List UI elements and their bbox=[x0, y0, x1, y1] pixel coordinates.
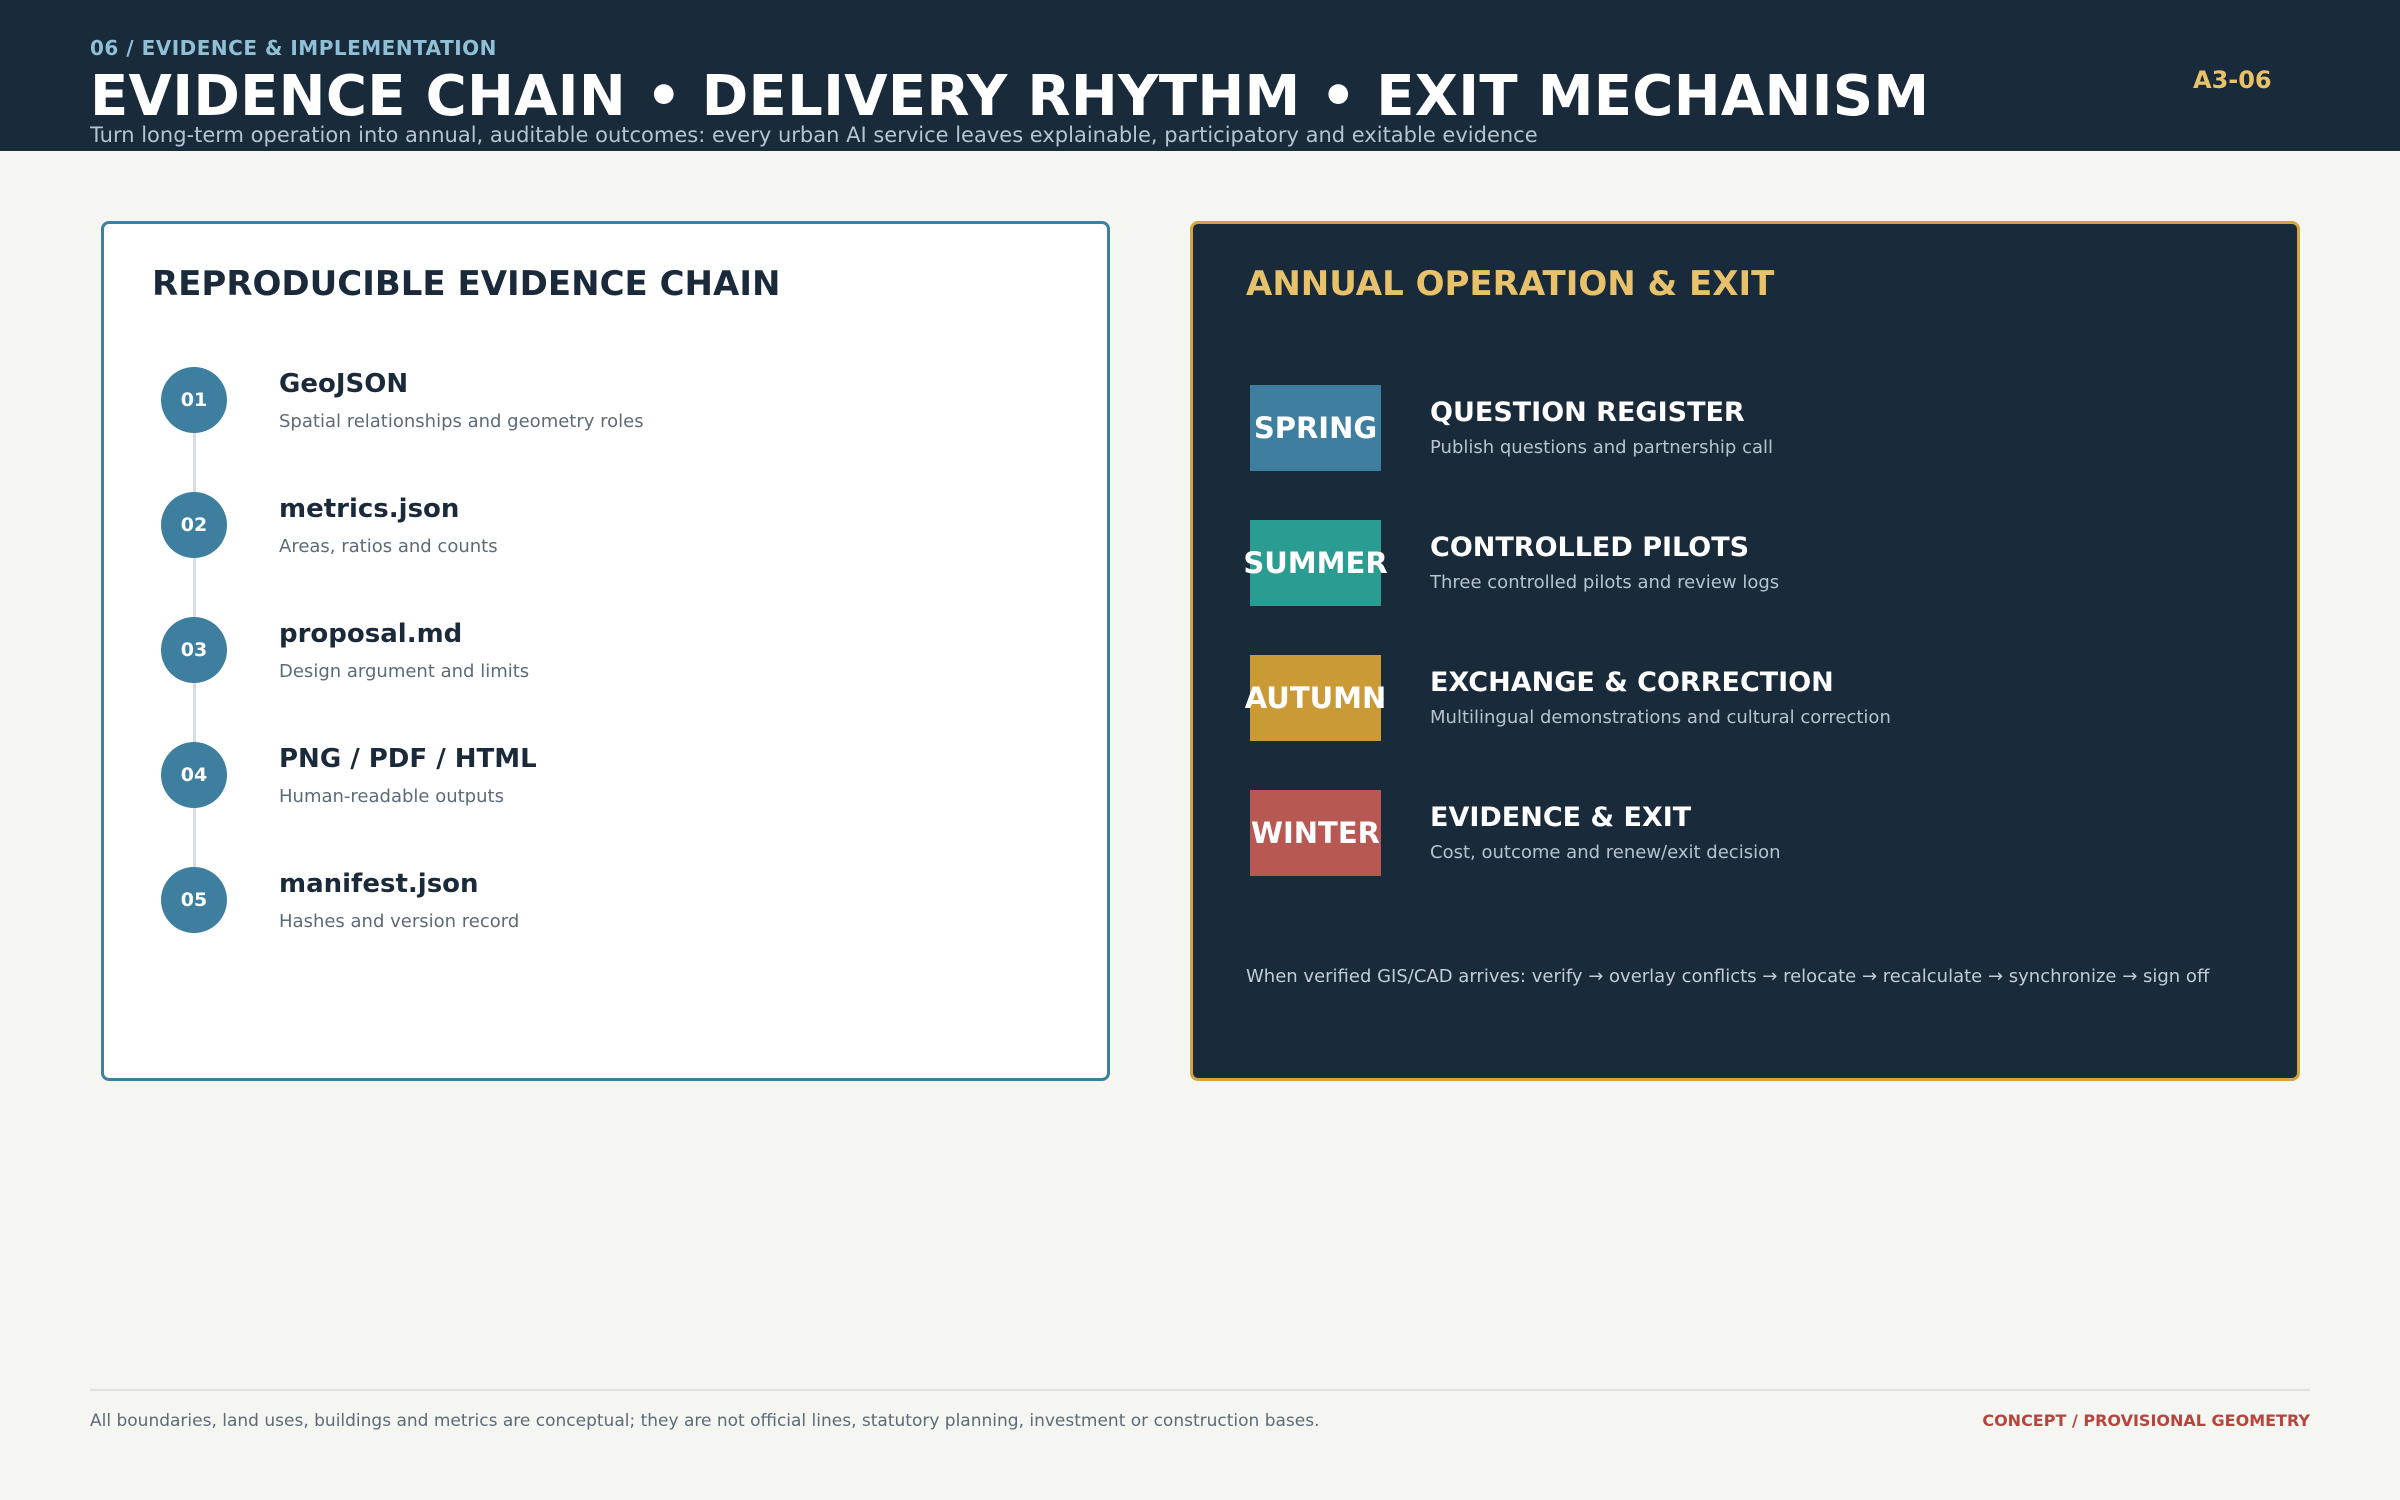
season-badge: WINTER bbox=[1250, 790, 1381, 876]
footer-disclaimer: All boundaries, land uses, buildings and… bbox=[90, 1411, 1320, 1431]
season-desc: Cost, outcome and renew/exit decision bbox=[1430, 842, 1781, 863]
footer-tag: CONCEPT / PROVISIONAL GEOMETRY bbox=[1982, 1411, 2310, 1430]
chain-item-name: PNG / PDF / HTML bbox=[279, 744, 537, 774]
flow-note: When verified GIS/CAD arrives: verify → … bbox=[1246, 966, 2210, 987]
chain-item: 03 proposal.md Design argument and limit… bbox=[161, 617, 1061, 697]
step-number-badge: 01 bbox=[161, 367, 227, 433]
chain-item-desc: Design argument and limits bbox=[279, 661, 530, 682]
section-label: 06 / EVIDENCE & IMPLEMENTATION bbox=[90, 36, 497, 60]
chain-item-name: manifest.json bbox=[279, 869, 479, 899]
season-row-autumn: AUTUMN EXCHANGE & CORRECTION Multilingua… bbox=[1245, 655, 2250, 741]
evidence-chain-card: REPRODUCIBLE EVIDENCE CHAIN 01 GeoJSON S… bbox=[101, 221, 1110, 1081]
chain-item: 02 metrics.json Areas, ratios and counts bbox=[161, 492, 1061, 572]
season-title: CONTROLLED PILOTS bbox=[1430, 532, 1750, 563]
season-row-summer: SUMMER CONTROLLED PILOTS Three controlle… bbox=[1243, 520, 2250, 606]
chain-item-desc: Human-readable outputs bbox=[279, 786, 504, 807]
season-desc: Multilingual demonstrations and cultural… bbox=[1430, 707, 1891, 728]
step-number-badge: 05 bbox=[161, 867, 227, 933]
season-badge: SPRING bbox=[1250, 385, 1381, 471]
chain-item-name: metrics.json bbox=[279, 494, 460, 524]
season-badge: SUMMER bbox=[1243, 520, 1388, 606]
step-number-badge: 04 bbox=[161, 742, 227, 808]
season-desc: Three controlled pilots and review logs bbox=[1430, 572, 1780, 593]
page-title: EVIDENCE CHAIN • DELIVERY RHYTHM • EXIT … bbox=[90, 64, 1930, 129]
chain-item-name: proposal.md bbox=[279, 619, 463, 649]
chain-item-desc: Areas, ratios and counts bbox=[279, 536, 498, 557]
chain-item-desc: Spatial relationships and geometry roles bbox=[279, 411, 644, 432]
season-desc: Publish questions and partnership call bbox=[1430, 437, 1773, 458]
step-number-badge: 02 bbox=[161, 492, 227, 558]
footer-divider bbox=[90, 1389, 2310, 1391]
chain-item-desc: Hashes and version record bbox=[279, 911, 520, 932]
annual-operation-card: ANNUAL OPERATION & EXIT SPRING QUESTION … bbox=[1190, 221, 2300, 1081]
season-badge: AUTUMN bbox=[1245, 655, 1386, 741]
annual-operation-title: ANNUAL OPERATION & EXIT bbox=[1246, 264, 1775, 304]
page-subtitle: Turn long-term operation into annual, au… bbox=[90, 123, 1538, 147]
season-row-winter: WINTER EVIDENCE & EXIT Cost, outcome and… bbox=[1250, 790, 2250, 876]
evidence-chain-title: REPRODUCIBLE EVIDENCE CHAIN bbox=[152, 264, 781, 304]
season-title: QUESTION REGISTER bbox=[1430, 397, 1745, 428]
chain-item: 04 PNG / PDF / HTML Human-readable outpu… bbox=[161, 742, 1061, 822]
chain-item: 05 manifest.json Hashes and version reco… bbox=[161, 867, 1061, 947]
step-number-badge: 03 bbox=[161, 617, 227, 683]
chain-item: 01 GeoJSON Spatial relationships and geo… bbox=[161, 367, 1061, 447]
page-code: A3-06 bbox=[2193, 66, 2272, 94]
season-title: EVIDENCE & EXIT bbox=[1430, 802, 1692, 833]
season-row-spring: SPRING QUESTION REGISTER Publish questio… bbox=[1250, 385, 2250, 471]
chain-item-name: GeoJSON bbox=[279, 369, 409, 399]
season-title: EXCHANGE & CORRECTION bbox=[1430, 667, 1834, 698]
page-header: 06 / EVIDENCE & IMPLEMENTATION EVIDENCE … bbox=[0, 0, 2400, 151]
